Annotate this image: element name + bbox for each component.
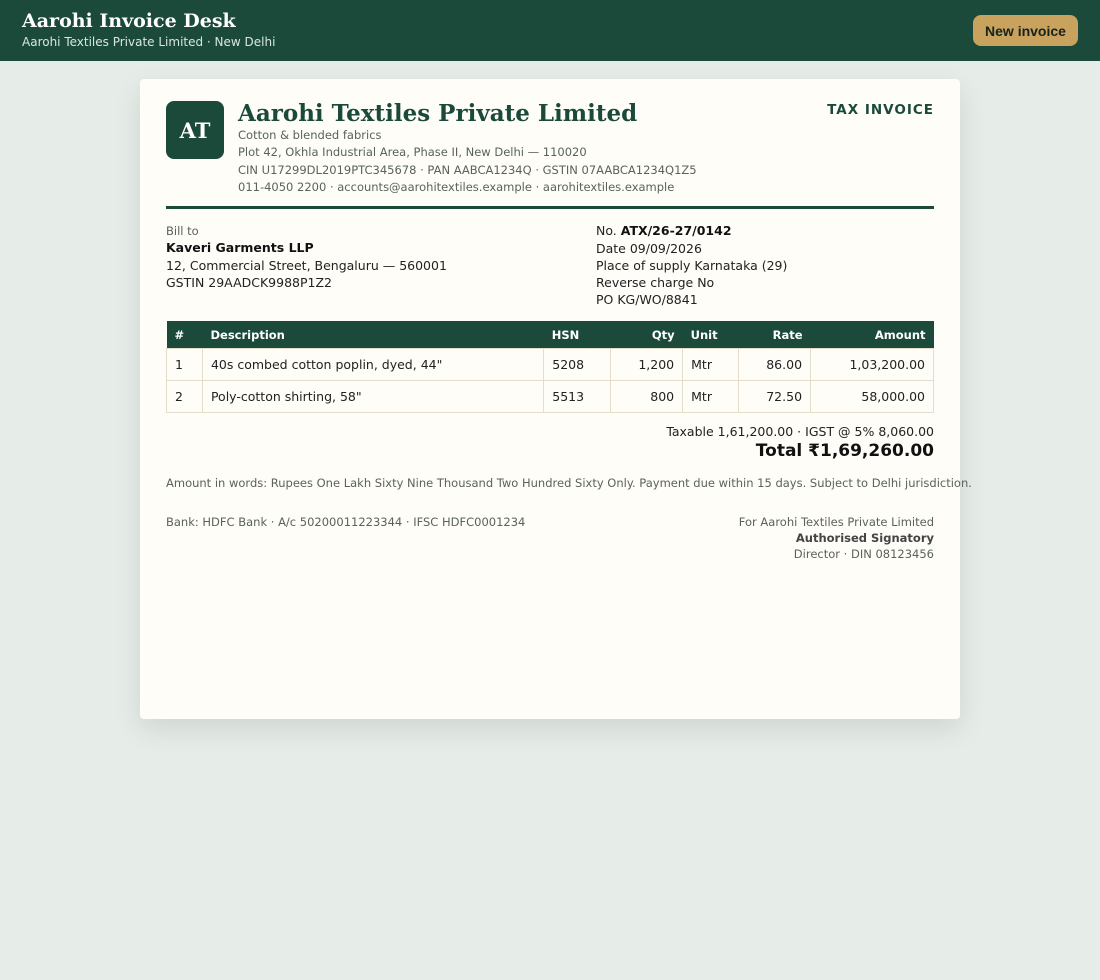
cell-hsn: 5513 (543, 380, 612, 413)
company-name: Aarohi Textiles Private Limited (238, 100, 638, 127)
table-row: 2 Poly-cotton shirting, 58" 5513 800 Mtr… (166, 380, 934, 413)
taxable-summary: Taxable 1,61,200.00 · IGST @ 5% 8,060.00 (666, 424, 934, 439)
signatory-designation: Director · DIN 08123456 (793, 547, 934, 561)
col-header-amount: Amount (810, 321, 934, 349)
cell-qty: 1,200 (610, 348, 684, 381)
cell-unit: Mtr (682, 380, 740, 413)
signatory-title: Authorised Signatory (795, 531, 934, 545)
signatory-for: For Aarohi Textiles Private Limited (738, 515, 934, 529)
cell-hsn: 5208 (543, 348, 612, 381)
company-registration: CIN U17299DL2019PTC345678 · PAN AABCA123… (238, 163, 697, 177)
cell-num: 2 (166, 380, 203, 413)
cell-qty: 800 (610, 380, 684, 413)
new-invoice-button[interactable]: New invoice (973, 15, 1078, 46)
col-header-hsn: HSN (543, 321, 611, 349)
invoice-sheet: AT Aarohi Textiles Private Limited Cotto… (140, 79, 972, 719)
invoice-date: Date 09/09/2026 (596, 241, 702, 256)
amount-in-words: Amount in words: Rupees One Lakh Sixty N… (166, 476, 972, 490)
app-subtitle: Aarohi Textiles Private Limited · New De… (22, 35, 276, 49)
app-header: Aarohi Invoice Desk Aarohi Textiles Priv… (0, 0, 1100, 61)
col-header-qty: Qty (610, 321, 683, 349)
document-type: TAX INVOICE (827, 102, 934, 118)
line-items-table: # Description HSN Qty Unit Rate Amount 1… (166, 321, 934, 413)
col-header-description: Description (202, 321, 544, 349)
purchase-order: PO KG/WO/8841 (596, 292, 698, 307)
invoice-number-value: ATX/26-27/0142 (620, 223, 732, 238)
cell-description: 40s combed cotton poplin, dyed, 44" (201, 348, 545, 381)
cell-description: Poly-cotton shirting, 58" (201, 380, 545, 413)
bill-to-name: Kaveri Garments LLP (166, 240, 314, 255)
table-row: 1 40s combed cotton poplin, dyed, 44" 52… (166, 348, 934, 381)
company-contact: 011-4050 2200 · accounts@aarohitextiles.… (238, 180, 675, 194)
bank-details: Bank: HDFC Bank · A/c 50200011223344 · I… (166, 515, 526, 529)
bill-to-label: Bill to (166, 224, 199, 238)
reverse-charge: Reverse charge No (596, 275, 715, 290)
col-header-unit: Unit (682, 321, 739, 349)
header-divider (166, 206, 934, 209)
place-of-supply: Place of supply Karnataka (29) (596, 258, 788, 273)
col-header-num: # (166, 321, 203, 349)
company-tagline: Cotton & blended fabrics (238, 128, 382, 142)
cell-unit: Mtr (682, 348, 740, 381)
invoice-number: No. ATX/26-27/0142 (596, 223, 732, 238)
invoice-total: Total ₹1,69,260.00 (755, 441, 934, 461)
table-header-row: # Description HSN Qty Unit Rate Amount (166, 321, 934, 349)
cell-rate: 86.00 (738, 348, 812, 381)
company-logo: AT (166, 101, 224, 159)
app-title: Aarohi Invoice Desk (22, 10, 236, 32)
cell-rate: 72.50 (738, 380, 812, 413)
company-address: Plot 42, Okhla Industrial Area, Phase II… (238, 145, 587, 159)
bill-to-gstin: GSTIN 29AADCK9988P1Z2 (166, 275, 332, 290)
bill-to-address: 12, Commercial Street, Bengaluru — 56000… (166, 258, 447, 273)
invoice-number-label: No. (596, 223, 617, 238)
col-header-rate: Rate (738, 321, 811, 349)
cell-num: 1 (166, 348, 203, 381)
cell-amount: 1,03,200.00 (810, 348, 934, 381)
cell-amount: 58,000.00 (810, 380, 934, 413)
